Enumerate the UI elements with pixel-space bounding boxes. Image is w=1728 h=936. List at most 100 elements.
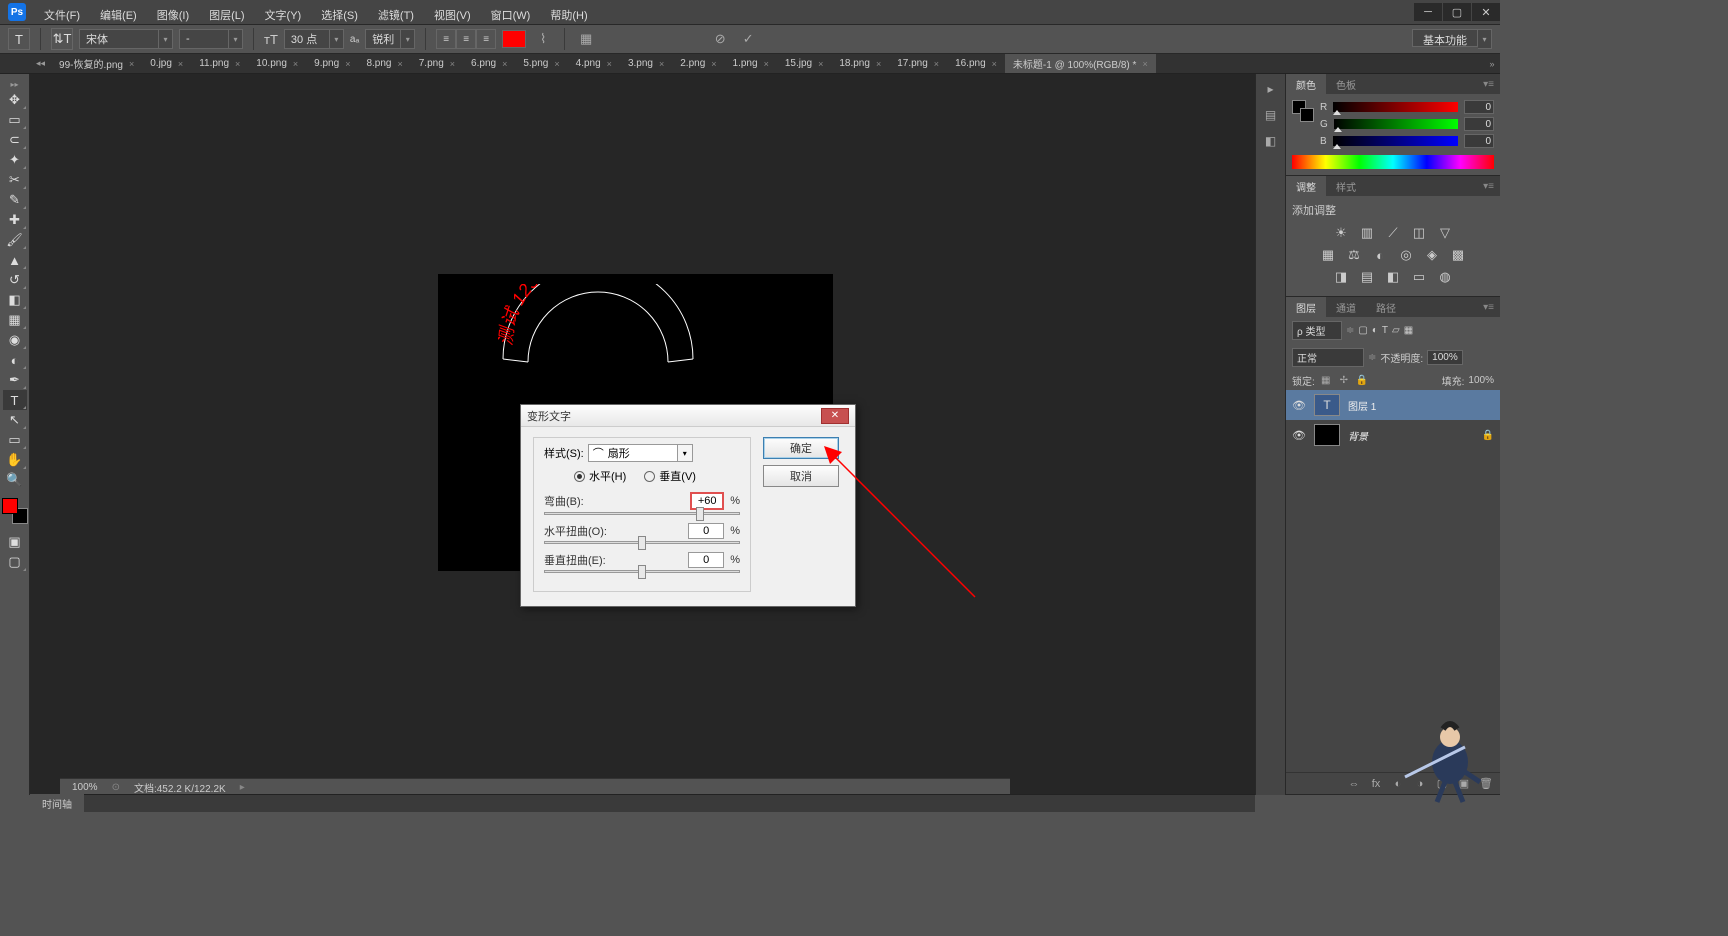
commit-edit-icon[interactable]: ✓ — [737, 28, 759, 50]
doc-tab[interactable]: 4.png× — [568, 54, 620, 73]
selectcolor-icon[interactable]: ◍ — [1436, 268, 1454, 286]
doc-tab[interactable]: 99-恢复的.png× — [51, 54, 142, 73]
shape-tool[interactable]: ▭ — [3, 430, 27, 450]
menu-help[interactable]: 帮助(H) — [542, 3, 595, 27]
menu-file[interactable]: 文件(F) — [36, 3, 88, 27]
pen-tool[interactable]: ✒ — [3, 370, 27, 390]
timeline-tab[interactable]: 时间轴 — [30, 794, 84, 813]
dialog-close-button[interactable]: ✕ — [821, 408, 849, 424]
doc-tab[interactable]: 17.png× — [889, 54, 947, 73]
filter-adjust-icon[interactable]: ◐ — [1372, 325, 1378, 336]
properties-panel-icon[interactable]: ◧ — [1260, 130, 1282, 152]
vibrance-icon[interactable]: ▽ — [1436, 224, 1454, 242]
layer-name[interactable]: 背景 — [1348, 428, 1368, 443]
tab-layers[interactable]: 图层 — [1286, 297, 1326, 317]
menu-filter[interactable]: 滤镜(T) — [370, 3, 422, 27]
doc-tab[interactable]: 16.png× — [947, 54, 1005, 73]
close-icon[interactable]: × — [764, 59, 769, 69]
char-panel-button[interactable]: ▦ — [575, 28, 597, 50]
marquee-tool[interactable]: ▭ — [3, 110, 27, 130]
doc-tab[interactable]: 2.png× — [672, 54, 724, 73]
history-brush-tool[interactable]: ↺ — [3, 270, 27, 290]
vertical-radio[interactable]: 垂直(V) — [644, 468, 696, 484]
status-arrow-icon[interactable]: ⊙ — [112, 782, 120, 793]
doc-tab[interactable]: 15.jpg× — [777, 54, 832, 73]
doc-tab[interactable]: 9.png× — [306, 54, 358, 73]
workspace-select[interactable]: 基本功能 — [1412, 29, 1478, 47]
align-center-button[interactable]: ≡ — [456, 29, 476, 49]
style-select[interactable]: ⌒ 扇形 — [588, 444, 678, 462]
bend-slider[interactable] — [544, 512, 740, 515]
blend-mode-select[interactable]: 正常 — [1292, 348, 1364, 367]
doc-tab[interactable]: 7.png× — [411, 54, 463, 73]
doc-tab[interactable]: 6.png× — [463, 54, 515, 73]
layer-fx-icon[interactable]: fx — [1368, 776, 1384, 792]
close-icon[interactable]: × — [502, 59, 507, 69]
dropdown-arrow-icon[interactable]: ▾ — [401, 29, 415, 49]
colorlookup-icon[interactable]: ▩ — [1449, 246, 1467, 264]
g-input[interactable] — [1464, 117, 1494, 131]
brightness-icon[interactable]: ☀ — [1332, 224, 1350, 242]
layer-row-active[interactable]: 👁 T 图层 1 — [1286, 390, 1500, 420]
dodge-tool[interactable]: ◐ — [3, 350, 27, 370]
doc-tab[interactable]: 5.png× — [515, 54, 567, 73]
tab-scroll-right[interactable]: » — [1484, 56, 1500, 72]
eraser-tool[interactable]: ◧ — [3, 290, 27, 310]
doc-tab-active[interactable]: 未标题-1 @ 100%(RGB/8) *× — [1005, 54, 1156, 73]
levels-icon[interactable]: ▥ — [1358, 224, 1376, 242]
aa-select[interactable]: 锐利 — [365, 29, 401, 49]
tab-scroll-left[interactable]: ◂◂ — [36, 58, 45, 69]
align-left-button[interactable]: ≡ — [436, 29, 456, 49]
filter-shape-icon[interactable]: ▱ — [1392, 325, 1400, 336]
vdistort-input[interactable] — [688, 552, 724, 568]
zoom-tool[interactable]: 🔍 — [3, 470, 27, 490]
curves-icon[interactable]: ⟋ — [1384, 224, 1402, 242]
layer-row[interactable]: 👁 背景 🔒 — [1286, 420, 1500, 450]
text-color-swatch[interactable] — [502, 30, 526, 48]
cancel-button[interactable]: 取消 — [763, 465, 839, 487]
close-icon[interactable]: × — [554, 59, 559, 69]
chevron-right-icon[interactable]: ▸ — [240, 782, 245, 793]
posterize-icon[interactable]: ▤ — [1358, 268, 1376, 286]
collapse-icon[interactable]: ▸ — [1260, 78, 1282, 100]
text-orient-icon[interactable]: ⇅T — [51, 28, 73, 50]
wand-tool[interactable]: ✦ — [3, 150, 27, 170]
hand-tool[interactable]: ✋ — [3, 450, 27, 470]
menu-window[interactable]: 窗口(W) — [483, 3, 539, 27]
tab-styles[interactable]: 样式 — [1326, 176, 1366, 196]
panel-menu-icon[interactable]: ▾≡ — [1477, 181, 1500, 192]
menu-layer[interactable]: 图层(L) — [201, 3, 252, 27]
doc-tab[interactable]: 0.jpg× — [142, 54, 191, 73]
minimize-button[interactable]: ─ — [1414, 3, 1442, 21]
close-icon[interactable]: × — [235, 59, 240, 69]
gradient-tool[interactable]: ▦ — [3, 310, 27, 330]
dropdown-arrow-icon[interactable]: ▾ — [229, 29, 243, 49]
opacity-input[interactable]: 100% — [1427, 350, 1463, 365]
dropdown-arrow-icon[interactable]: ▾ — [159, 29, 173, 49]
maximize-button[interactable]: ▢ — [1443, 3, 1471, 21]
r-slider[interactable] — [1333, 102, 1458, 112]
b-input[interactable] — [1464, 134, 1494, 148]
eyedropper-tool[interactable]: ✎ — [3, 190, 27, 210]
filter-image-icon[interactable]: ▢ — [1358, 325, 1367, 336]
threshold-icon[interactable]: ◧ — [1384, 268, 1402, 286]
close-icon[interactable]: × — [876, 59, 881, 69]
close-icon[interactable]: × — [934, 59, 939, 69]
collapse-icon[interactable]: ▸▸ — [8, 80, 22, 88]
quickmask-tool[interactable]: ▣ — [3, 532, 27, 552]
lock-position-icon[interactable]: ✢ — [1337, 374, 1351, 388]
close-icon[interactable]: × — [293, 59, 298, 69]
close-icon[interactable]: × — [129, 59, 134, 69]
font-family-select[interactable]: 宋体 — [79, 29, 159, 49]
horizontal-radio[interactable]: 水平(H) — [574, 468, 626, 484]
visibility-icon[interactable]: 👁 — [1292, 399, 1306, 412]
close-button[interactable]: ✕ — [1472, 3, 1500, 21]
align-right-button[interactable]: ≡ — [476, 29, 496, 49]
visibility-icon[interactable]: 👁 — [1292, 429, 1306, 442]
color-picker[interactable] — [2, 498, 28, 524]
menu-select[interactable]: 选择(S) — [313, 3, 366, 27]
dropdown-arrow-icon[interactable]: ▾ — [678, 444, 693, 462]
dialog-titlebar[interactable]: 变形文字 ✕ — [521, 405, 855, 427]
tab-adjustments[interactable]: 调整 — [1286, 176, 1326, 196]
font-size-select[interactable]: 30 点 — [284, 29, 330, 49]
